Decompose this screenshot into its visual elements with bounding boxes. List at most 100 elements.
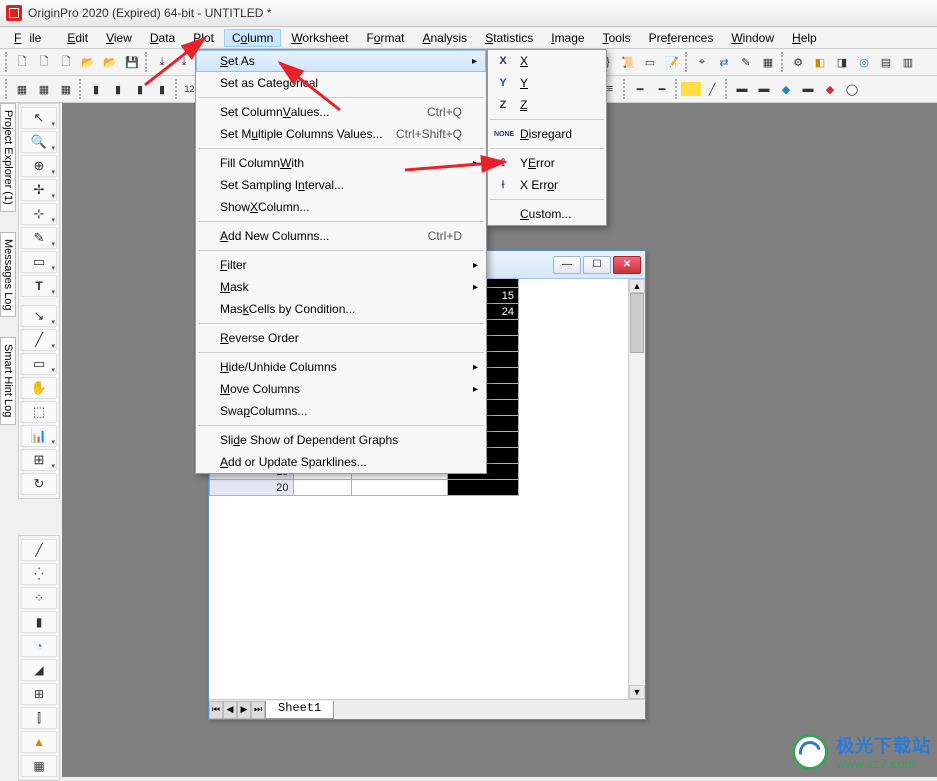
- tab-messages-log[interactable]: Messages Log: [0, 232, 16, 318]
- tool2-box-icon[interactable]: ⊞: [21, 683, 57, 705]
- menu-mask[interactable]: Mask▸: [196, 276, 486, 298]
- tb2-sym5-icon[interactable]: ◆: [819, 78, 841, 100]
- menu-sampling[interactable]: Set Sampling Interval...: [196, 174, 486, 196]
- menu-reverse[interactable]: Reverse Order: [196, 327, 486, 349]
- tb2-graph-icon[interactable]: ▦: [55, 78, 77, 100]
- menu-sparklines[interactable]: Add or Update Sparklines...: [196, 451, 486, 473]
- scroll-down-icon[interactable]: ▼: [629, 685, 645, 699]
- menu-plot[interactable]: Plot: [185, 29, 222, 47]
- tool-reader-icon[interactable]: ⊕▾: [21, 155, 57, 177]
- tool-zoom-icon[interactable]: 🔍▾: [21, 131, 57, 153]
- tab-project-explorer[interactable]: Project Explorer (1): [0, 103, 16, 212]
- tool-line-icon[interactable]: ╱▾: [21, 329, 57, 351]
- tool-selector-icon[interactable]: ⊹▾: [21, 203, 57, 225]
- scroll-thumb[interactable]: [630, 293, 644, 353]
- menu-analysis[interactable]: Analysis: [414, 29, 475, 47]
- menu-set-mvalues[interactable]: Set Multiple Columns Values...Ctrl+Shift…: [196, 123, 486, 145]
- menu-mask-cond[interactable]: Mask Cells by Condition...: [196, 298, 486, 320]
- tb2-fill-icon[interactable]: [681, 82, 701, 96]
- vertical-scrollbar[interactable]: ▲ ▼: [628, 279, 645, 699]
- tb2-width-icon[interactable]: ━: [651, 78, 673, 100]
- tool2-column-icon[interactable]: ▮: [21, 611, 57, 633]
- menu-fill[interactable]: Fill Column With▸: [196, 152, 486, 174]
- tb2-sym4-icon[interactable]: ▬: [797, 78, 819, 100]
- tool2-3d-icon[interactable]: ▲: [21, 731, 57, 753]
- tool-arrow-icon[interactable]: ↘▾: [21, 305, 57, 327]
- tab-smart-hint[interactable]: Smart Hint Log: [0, 337, 16, 424]
- menu-column[interactable]: Column: [224, 29, 281, 47]
- tb-save-icon[interactable]: 💾: [121, 51, 143, 73]
- tb-open-template-icon[interactable]: 📂: [99, 51, 121, 73]
- tool2-pie-icon[interactable]: ◔: [21, 635, 57, 657]
- tb-new-matrix-icon[interactable]: 🗋: [55, 51, 77, 73]
- tool-pan-icon[interactable]: ✋: [21, 377, 57, 399]
- tb-notes-icon[interactable]: 📝: [661, 51, 683, 73]
- menu-data[interactable]: Data: [142, 29, 183, 47]
- menu-image[interactable]: Image: [543, 29, 592, 47]
- tb-palette2-icon[interactable]: ▥: [897, 51, 919, 73]
- tb-new-workbook-icon[interactable]: 🗋: [33, 51, 55, 73]
- tb2-col2-icon[interactable]: ▮: [107, 78, 129, 100]
- tool2-scatter-icon[interactable]: ⁛: [21, 563, 57, 585]
- setas-disregard[interactable]: NONEDisregard: [488, 123, 606, 145]
- tb2-col3-icon[interactable]: ▮: [129, 78, 151, 100]
- menu-move[interactable]: Move Columns▸: [196, 378, 486, 400]
- tab-nav-first-icon[interactable]: ⏮: [209, 701, 223, 719]
- menu-set-categorical[interactable]: Set as Categorical: [196, 72, 486, 94]
- menu-file[interactable]: File: [6, 29, 57, 47]
- tool2-linescat-icon[interactable]: ⁘: [21, 587, 57, 609]
- tb2-col4-icon[interactable]: ▮: [151, 78, 173, 100]
- tb2-sym6-icon[interactable]: ◯: [841, 78, 863, 100]
- sheet-tab[interactable]: Sheet1: [265, 701, 334, 719]
- scroll-up-icon[interactable]: ▲: [629, 279, 645, 293]
- setas-yerror[interactable]: ⟟Y Error: [488, 152, 606, 174]
- tb2-matrix-icon[interactable]: ▦: [33, 78, 55, 100]
- tool-mask-icon[interactable]: ▭▾: [21, 251, 57, 273]
- menu-view[interactable]: View: [98, 29, 140, 47]
- menu-preferences[interactable]: Preferences: [641, 29, 722, 47]
- tab-nav-next-icon[interactable]: ▶: [237, 701, 251, 719]
- tb-3d-icon[interactable]: ◎: [853, 51, 875, 73]
- menu-set-as[interactable]: Set As▸: [196, 50, 486, 72]
- tb-digitize-icon[interactable]: ⌖: [691, 51, 713, 73]
- tool-text-icon[interactable]: T▾: [21, 275, 57, 297]
- tb-theme-icon[interactable]: ◨: [831, 51, 853, 73]
- tb2-linecolor-icon[interactable]: ╱: [701, 78, 723, 100]
- setas-custom[interactable]: Custom...: [488, 203, 606, 225]
- tab-nav-last-icon[interactable]: ⏭: [251, 701, 265, 719]
- win-min-button[interactable]: —: [553, 256, 581, 274]
- menu-worksheet[interactable]: Worksheet: [283, 29, 356, 47]
- tool2-area-icon[interactable]: ◢: [21, 659, 57, 681]
- tool-rect-icon[interactable]: ▭▾: [21, 353, 57, 375]
- tool-rotate-icon[interactable]: ↻: [21, 473, 57, 495]
- setas-xerror[interactable]: ⟊X Error: [488, 174, 606, 196]
- menu-window[interactable]: Window: [723, 29, 782, 47]
- tool-roi-icon[interactable]: ⬚: [21, 401, 57, 423]
- tb2-sym3-icon[interactable]: ◆: [775, 78, 797, 100]
- tb2-line-icon[interactable]: ━: [629, 78, 651, 100]
- tb-r-icon[interactable]: ✎: [735, 51, 757, 73]
- setas-x[interactable]: XX: [488, 50, 606, 72]
- menu-addcols[interactable]: Add New Columns...Ctrl+D: [196, 225, 486, 247]
- tb2-wks-icon[interactable]: ▦: [11, 78, 33, 100]
- tb-colors-icon[interactable]: ◧: [809, 51, 831, 73]
- tb-import-icon[interactable]: ⤓: [151, 51, 173, 73]
- menu-filter[interactable]: Filter▸: [196, 254, 486, 276]
- menu-hide[interactable]: Hide/Unhide Columns▸: [196, 356, 486, 378]
- tb2-sym1-icon[interactable]: ▬: [731, 78, 753, 100]
- tb-manage-icon[interactable]: ⚙: [787, 51, 809, 73]
- win-close-button[interactable]: ✕: [613, 256, 641, 274]
- tool2-stats-icon[interactable]: ⫿: [21, 707, 57, 729]
- tool-data-icon[interactable]: ✢▾: [21, 179, 57, 201]
- tb-open-icon[interactable]: 📂: [77, 51, 99, 73]
- menu-statistics[interactable]: Statistics: [477, 29, 541, 47]
- tool-rescale-icon[interactable]: ⊞▾: [21, 449, 57, 471]
- tb-script-icon[interactable]: 📜: [617, 51, 639, 73]
- setas-y[interactable]: YY: [488, 72, 606, 94]
- win-max-button[interactable]: ☐: [583, 256, 611, 274]
- tb2-sym2-icon[interactable]: ▬: [753, 78, 775, 100]
- menu-swap[interactable]: Swap Columns...: [196, 400, 486, 422]
- menu-set-values[interactable]: Set Column Values...Ctrl+Q: [196, 101, 486, 123]
- menu-tools[interactable]: Tools: [595, 29, 639, 47]
- tool-insert-icon[interactable]: 📊▾: [21, 425, 57, 447]
